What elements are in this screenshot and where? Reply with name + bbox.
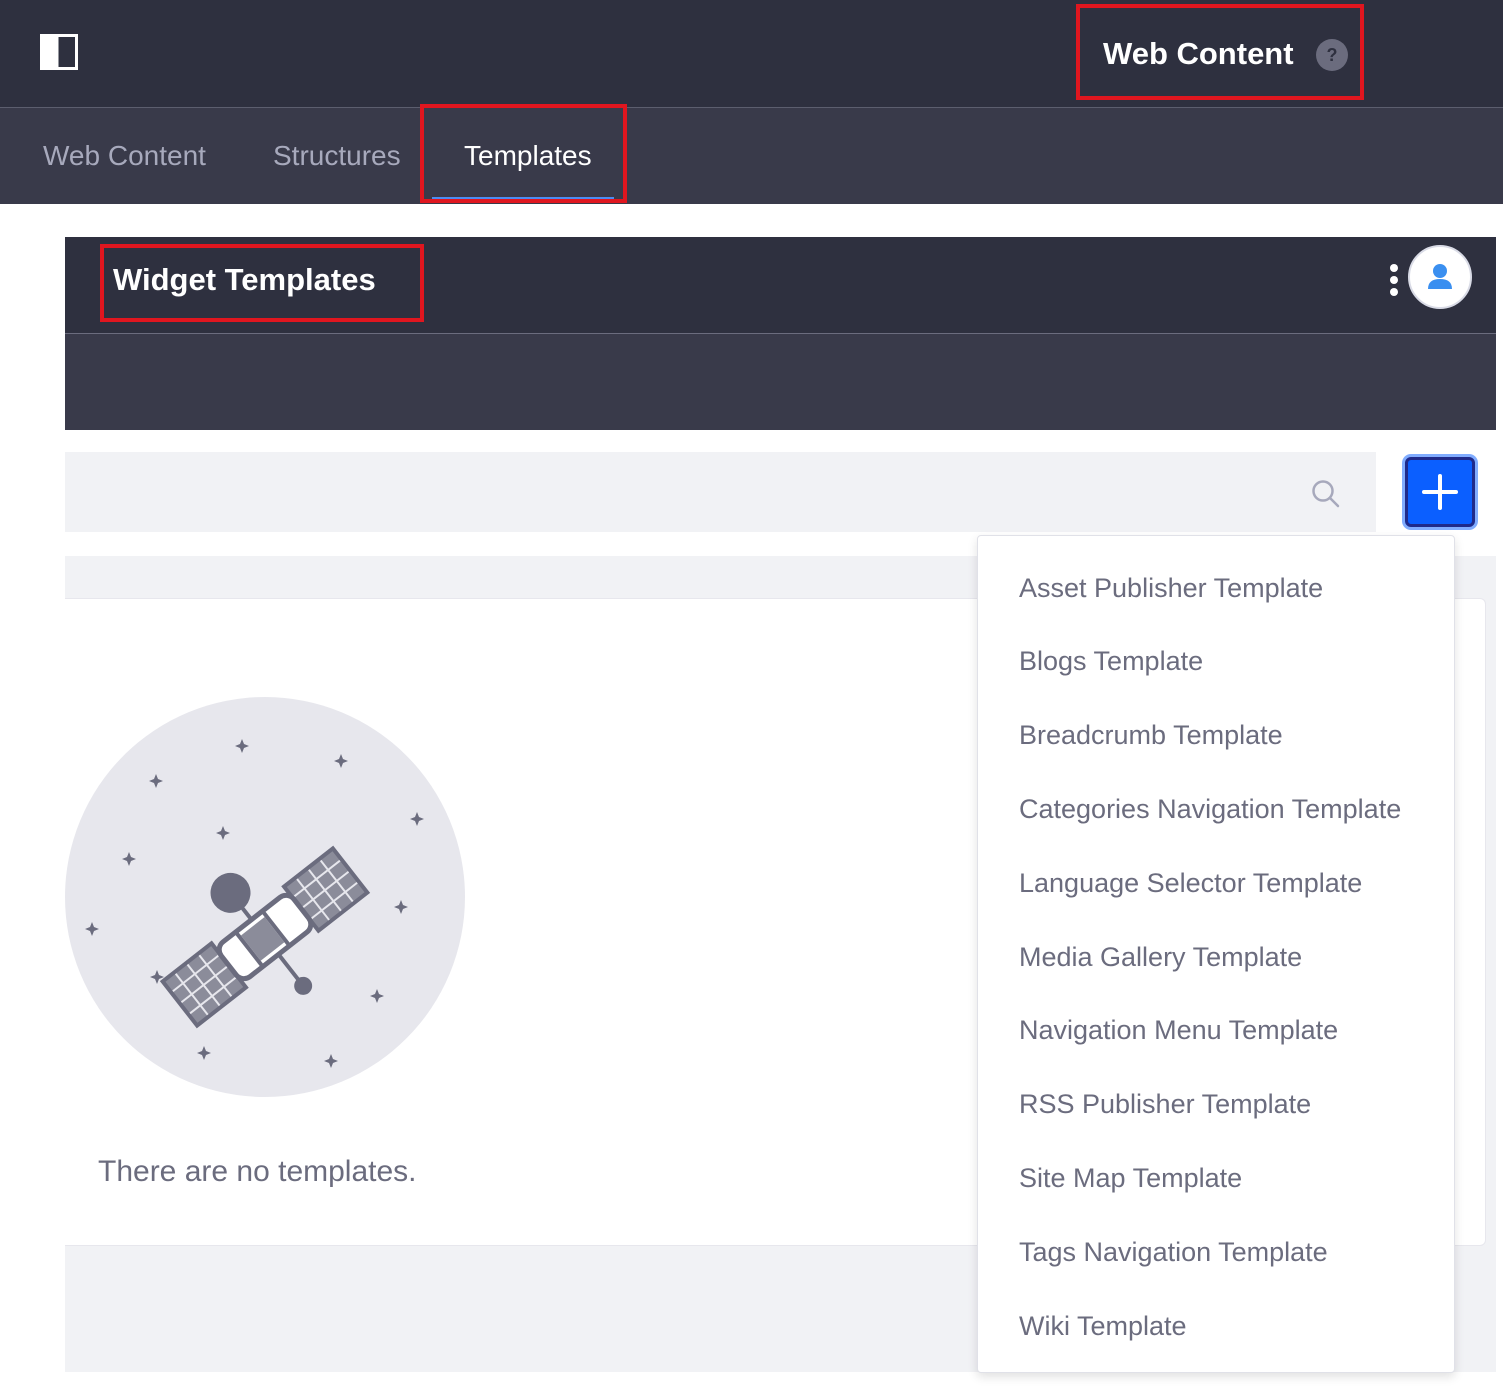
menu-item-language-selector-template[interactable]: Language Selector Template [1019,863,1362,903]
menu-item-site-map-template[interactable]: Site Map Template [1019,1158,1242,1198]
menu-item-asset-publisher-template[interactable]: Asset Publisher Template [1019,568,1323,608]
search-input[interactable] [65,452,1376,532]
satellite-illustration [65,697,465,1097]
highlight-box-templates-tab [420,104,627,203]
panel-toggle-icon[interactable] [40,34,78,70]
add-button[interactable] [1405,457,1475,527]
empty-state-message: There are no templates. [98,1155,417,1188]
menu-item-wiki-template[interactable]: Wiki Template [1019,1306,1187,1346]
menu-item-blogs-template[interactable]: Blogs Template [1019,641,1203,681]
menu-item-navigation-menu-template[interactable]: Navigation Menu Template [1019,1010,1338,1050]
widget-templates-subbar [65,334,1496,430]
highlight-box-widget-templates [100,244,424,322]
highlight-box-app-title [1076,4,1364,100]
menu-item-categories-navigation-template[interactable]: Categories Navigation Template [1019,789,1401,829]
menu-item-media-gallery-template[interactable]: Media Gallery Template [1019,937,1302,977]
search-icon[interactable] [1310,478,1342,510]
add-template-dropdown: Asset Publisher Template Blogs Template … [977,535,1455,1373]
tab-structures[interactable]: Structures [273,134,401,178]
navigation-bar [0,108,1503,204]
user-avatar-icon[interactable] [1408,245,1472,309]
plus-icon [1422,474,1458,510]
menu-item-tags-navigation-template[interactable]: Tags Navigation Template [1019,1232,1328,1272]
menu-item-rss-publisher-template[interactable]: RSS Publisher Template [1019,1084,1311,1124]
ellipsis-v-icon[interactable] [1384,258,1404,302]
tab-web-content[interactable]: Web Content [43,134,206,178]
menu-item-breadcrumb-template[interactable]: Breadcrumb Template [1019,715,1283,755]
